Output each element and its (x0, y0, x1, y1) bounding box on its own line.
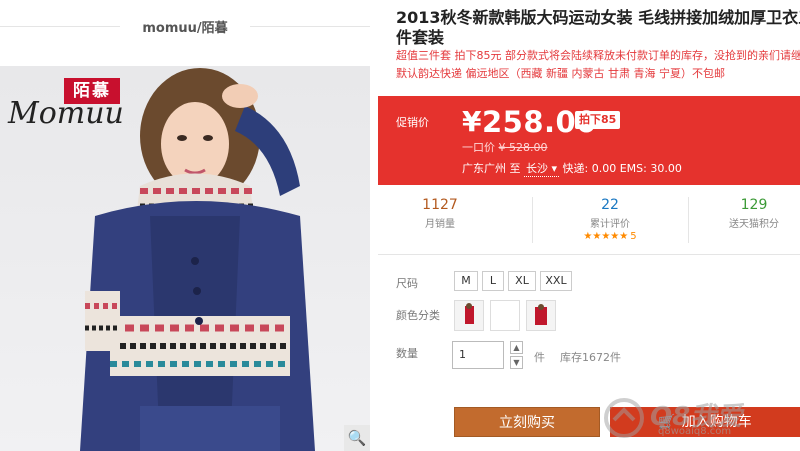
monthly-sales-stat: 1127 月销量 (370, 197, 510, 230)
product-gallery: momuu/陌暮 陌慕 Momuu 🔍 (0, 0, 370, 451)
reviews-count: 22 (601, 197, 619, 213)
product-photo[interactable]: 陌慕 Momuu 🔍 (0, 66, 370, 451)
qty-increase-button[interactable]: ▲ (510, 341, 523, 354)
ship-to-word: 至 (509, 162, 521, 175)
product-subtitle: 超值三件套 拍下85元 部分款式将会陆续释放未付款订单的库存，没抢到的亲们请继续… (396, 47, 800, 83)
original-price-label: 一口价 (462, 141, 495, 154)
color-label: 颜色分类 (396, 309, 440, 322)
star-icon: ★★★★★ (583, 231, 629, 242)
shop-name[interactable]: momuu/陌暮 (0, 17, 370, 36)
monthly-sales-label: 月销量 (425, 219, 455, 230)
reviews-stat[interactable]: 22 累计评价 ★★★★★ 5 (540, 197, 680, 242)
rating-stars: ★★★★★ 5 (540, 231, 680, 242)
subtitle-line: 默认韵达快递 偏远地区（西藏 新疆 内蒙古 甘肃 青海 宁夏）不包邮 (396, 67, 725, 80)
product-title: 2013秋冬新款韩版大码运动女装 毛线拼接加绒加厚卫衣三件套装 (396, 8, 800, 47)
size-label: 尺码 (396, 277, 418, 290)
original-price-row: 一口价 ¥ 528.00 (462, 139, 547, 155)
product-info: 2013秋冬新款韩版大码运动女装 毛线拼接加绒加厚卫衣三件套装 超值三件套 拍下… (378, 0, 800, 451)
divider (378, 254, 800, 255)
promo-price-label: 促销价 (396, 116, 429, 129)
add-to-cart-button[interactable]: 🛒 加入购物车 (610, 407, 800, 437)
divider (532, 197, 533, 243)
ship-from: 广东广州 (462, 162, 506, 175)
currency-symbol: ¥ (462, 105, 482, 138)
color-option-2[interactable] (490, 300, 520, 331)
size-option-m[interactable]: M (454, 271, 478, 291)
magnifier-icon[interactable]: 🔍 (344, 425, 370, 451)
monthly-sales-count: 1127 (422, 197, 458, 213)
price-panel: 促销价 ¥ 258.00 拍下85 一口价 ¥ 528.00 广东广州 至 长沙… (378, 96, 800, 185)
points-label: 送天猫积分 (729, 219, 779, 230)
stock-count: 库存1672件 (560, 351, 621, 364)
size-option-xl[interactable]: XL (508, 271, 536, 291)
qty-unit: 件 (534, 351, 545, 364)
color-option-3[interactable] (526, 300, 556, 331)
points-count: 129 (740, 197, 768, 213)
reviews-label: 累计评价 (590, 219, 630, 230)
qty-label: 数量 (396, 347, 418, 360)
discount-badge: 拍下85 (575, 111, 621, 129)
quantity-input[interactable]: 1 (452, 341, 504, 369)
buy-now-button[interactable]: 立刻购买 (454, 407, 600, 437)
original-price: ¥ 528.00 (498, 141, 548, 154)
cart-icon: 🛒 (658, 414, 676, 430)
size-option-xxl[interactable]: XXL (540, 271, 572, 291)
product-page: momuu/陌暮 陌慕 Momuu 🔍 2013秋冬新款韩版大码运动女装 毛线拼… (0, 0, 800, 451)
shipping-fees: 快递: 0.00 EMS: 30.00 (562, 162, 682, 175)
ship-to-select[interactable]: 长沙 ▾ (524, 160, 560, 177)
brand-logo-script: Momuu (8, 96, 124, 131)
color-option-1[interactable] (454, 300, 484, 331)
rating-score: 5 (630, 231, 637, 242)
add-to-cart-label: 加入购物车 (681, 414, 752, 430)
subtitle-line: 超值三件套 拍下85元 部分款式将会陆续释放未付款订单的库存，没抢到的亲们请继续… (396, 49, 800, 62)
ship-to-value: 长沙 (526, 162, 548, 175)
points-stat: 129 送天猫积分 (684, 197, 800, 230)
shipping-row: 广东广州 至 长沙 ▾ 快递: 0.00 EMS: 30.00 (462, 160, 682, 177)
qty-decrease-button[interactable]: ▼ (510, 356, 523, 369)
stats-bar: 1127 月销量 22 累计评价 ★★★★★ 5 129 送天猫积分 (378, 197, 800, 249)
size-option-l[interactable]: L (482, 271, 504, 291)
